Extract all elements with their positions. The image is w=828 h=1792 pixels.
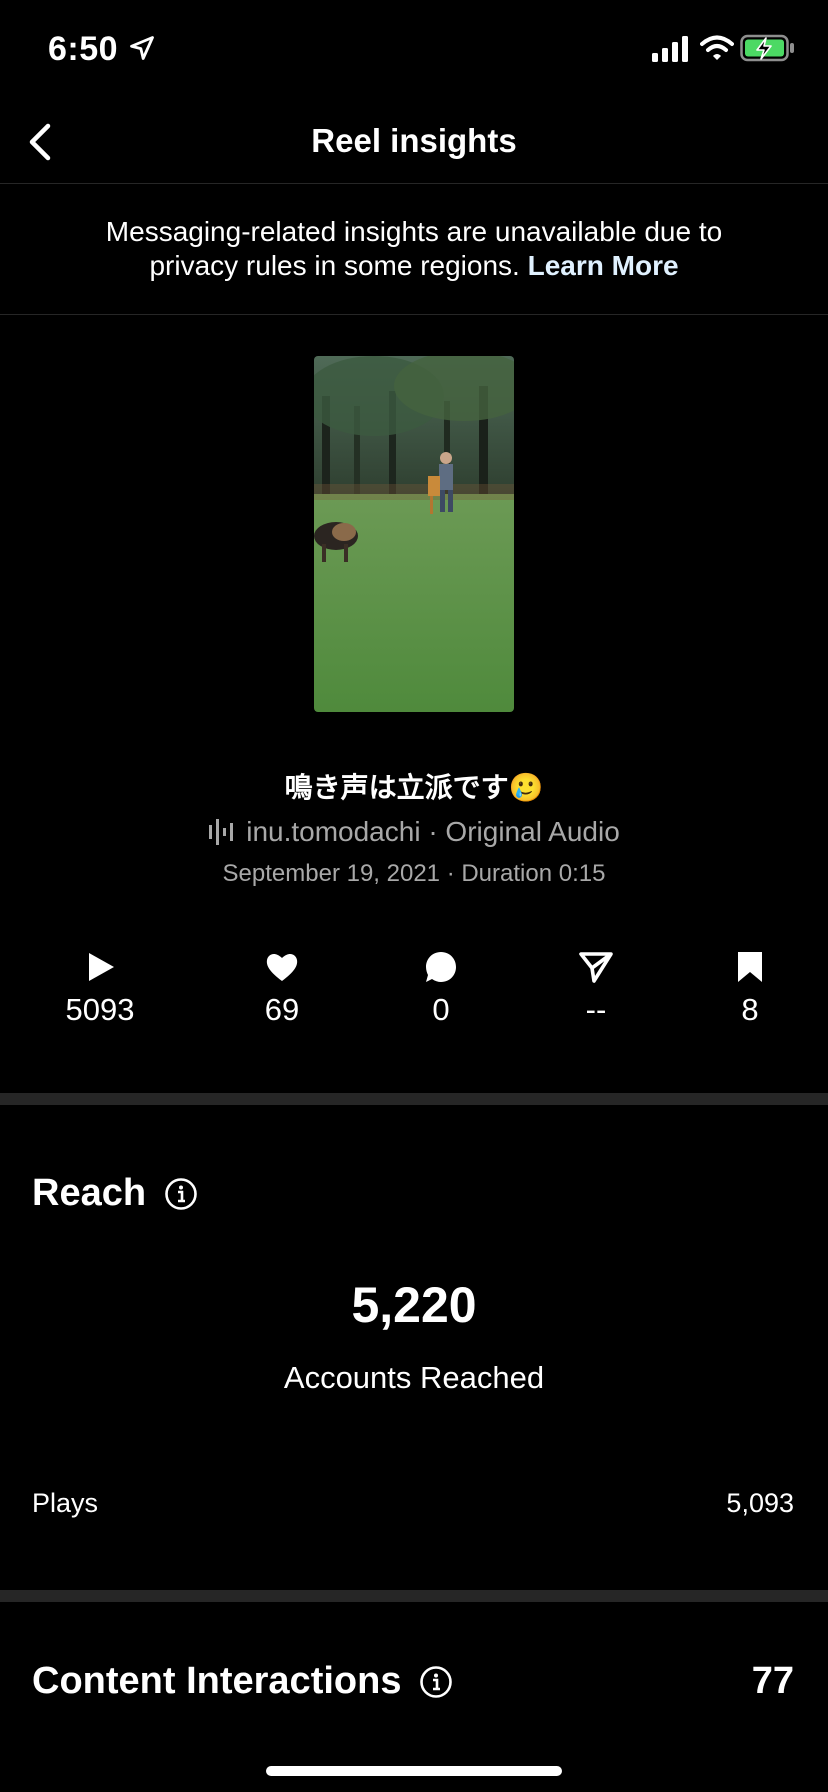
stat-plays: 5093	[30, 950, 170, 1028]
likes-count: 69	[264, 992, 300, 1027]
privacy-notice: Messaging-related insights are unavailab…	[0, 185, 828, 315]
content-interactions-title: Content Interactions	[32, 1660, 402, 1702]
page-title: Reel insights	[311, 122, 517, 159]
reach-heading: Reach	[32, 1172, 198, 1215]
content-interactions-value: 77	[751, 1660, 794, 1702]
play-icon	[89, 953, 114, 981]
saves-count: 8	[741, 992, 759, 1027]
audio-line[interactable]: inu.tomodachi · Original Audio	[0, 816, 828, 848]
location-arrow-icon	[130, 36, 154, 60]
cellular-signal-icon	[652, 36, 688, 62]
home-indicator[interactable]	[266, 1766, 562, 1776]
learn-more-link[interactable]: Learn More	[528, 250, 679, 281]
info-icon[interactable]	[419, 1665, 453, 1699]
reel-caption: 鳴き声は立派です🥲	[284, 772, 544, 803]
plays-row-label: Plays	[32, 1488, 99, 1518]
comment-icon	[426, 952, 456, 982]
wifi-icon	[700, 35, 734, 60]
section-divider	[0, 1093, 828, 1105]
battery-charging-icon	[740, 34, 794, 62]
comments-count: 0	[432, 992, 450, 1027]
audio-label: inu.tomodachi · Original Audio	[246, 816, 620, 847]
shares-count: --	[585, 992, 607, 1027]
section-divider	[0, 1590, 828, 1602]
info-icon[interactable]	[164, 1177, 198, 1211]
reel-thumbnail[interactable]	[314, 356, 514, 712]
nav-bar: Reel insights	[0, 100, 828, 184]
reach-title: Reach	[32, 1172, 147, 1214]
status-bar: 6:50	[0, 0, 828, 100]
plays-count: 5093	[65, 992, 135, 1027]
status-time: 6:50	[48, 30, 119, 68]
stat-saves: 8	[680, 950, 820, 1028]
stat-comments: 0	[371, 950, 511, 1028]
accounts-reached-value: 5,220	[351, 1277, 477, 1333]
heart-icon	[266, 953, 298, 981]
send-icon	[579, 952, 613, 983]
bookmark-icon	[738, 952, 762, 982]
audio-waveform-icon	[209, 819, 234, 845]
plays-row-value: 5,093	[726, 1488, 794, 1518]
stat-likes: 69	[212, 950, 352, 1028]
stat-shares: --	[526, 950, 666, 1028]
accounts-reached-label: Accounts Reached	[283, 1360, 545, 1395]
content-interactions-heading: Content Interactions	[32, 1660, 453, 1703]
reel-date-duration: September 19, 2021 · Duration 0:15	[222, 860, 606, 887]
engagement-stats: 5093 69 0 -- 8	[0, 950, 828, 1040]
